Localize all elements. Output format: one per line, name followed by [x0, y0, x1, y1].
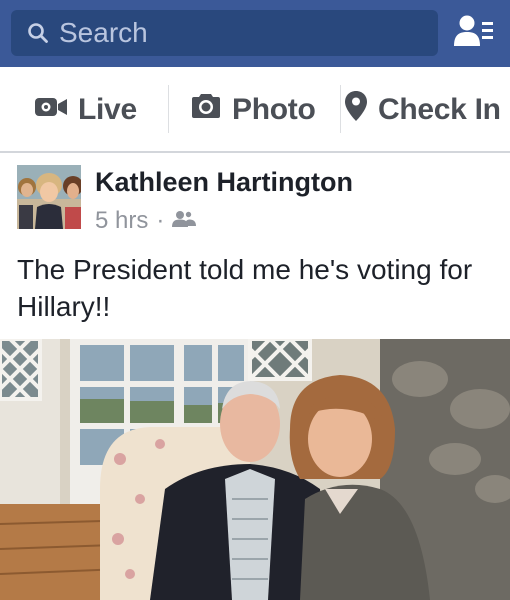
post-meta: 5 hrs · [95, 207, 197, 235]
post-photo[interactable] [0, 339, 510, 600]
check-in-button[interactable]: Check In [344, 67, 501, 153]
meta-separator: · [156, 207, 165, 234]
photo-button[interactable]: Photo [190, 67, 316, 153]
top-navigation-bar [0, 0, 510, 67]
photo-label: Photo [232, 93, 316, 126]
friend-requests-icon [454, 14, 494, 53]
live-button[interactable]: Live [34, 67, 137, 153]
avatar[interactable] [17, 165, 81, 229]
composer-divider [168, 85, 169, 133]
location-pin-icon [344, 90, 378, 130]
camera-icon [190, 92, 232, 128]
composer-bar: Live Photo Check In [0, 67, 510, 153]
post-text: The President told me he's voting for Hi… [17, 254, 473, 322]
friend-requests-button[interactable] [450, 12, 498, 54]
search-icon [27, 22, 49, 44]
friends-audience-icon[interactable] [172, 207, 197, 235]
post-timestamp[interactable]: 5 hrs [95, 207, 148, 235]
video-camera-icon [34, 93, 78, 127]
check-in-label: Check In [378, 93, 501, 126]
search-input[interactable] [59, 13, 429, 53]
post-author-name[interactable]: Kathleen Hartington [95, 167, 353, 198]
search-bar[interactable] [11, 10, 438, 56]
feed-post: Kathleen Hartington 5 hrs · The Presiden… [0, 155, 510, 600]
composer-divider [340, 85, 341, 133]
live-label: Live [78, 93, 137, 126]
